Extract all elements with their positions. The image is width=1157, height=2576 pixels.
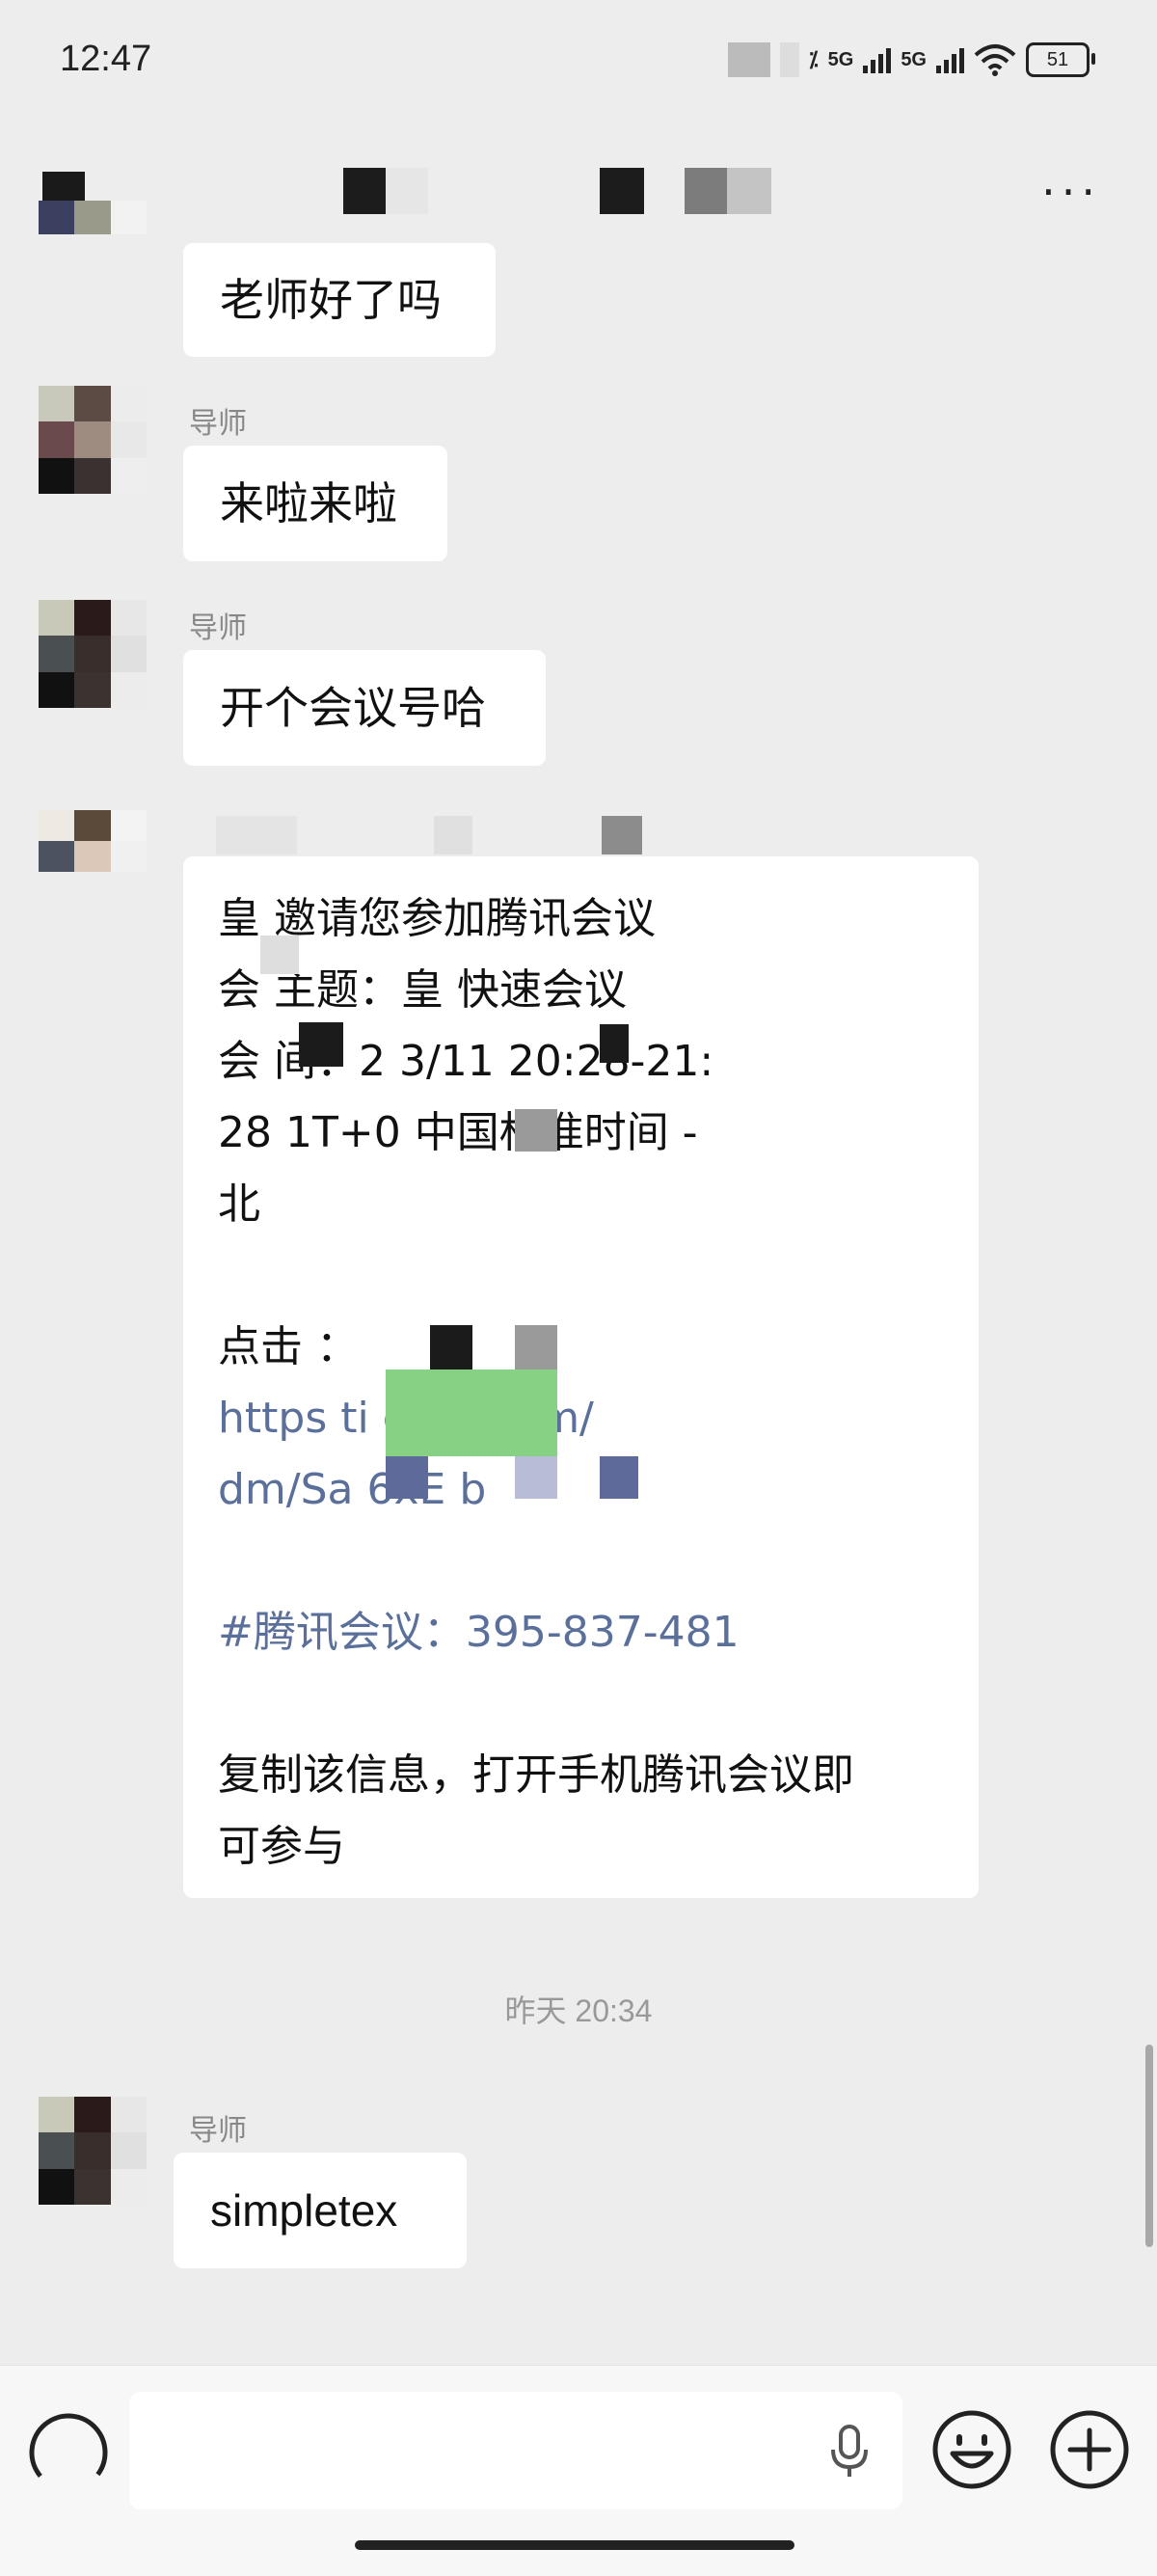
masked-status-icon bbox=[779, 42, 799, 77]
message-bubble[interactable]: 老师好了吗 bbox=[183, 243, 496, 357]
scrollbar[interactable] bbox=[1145, 2045, 1153, 2247]
more-icon[interactable]: ··· bbox=[1041, 166, 1101, 218]
status-time: 12:47 bbox=[60, 39, 152, 79]
message-text: 开个会议号哈 bbox=[220, 682, 486, 734]
emoji-icon[interactable] bbox=[929, 2407, 1014, 2492]
meeting-link[interactable]: https ti cent.com/ bbox=[218, 1383, 944, 1454]
privacy-mask bbox=[515, 1325, 557, 1371]
message-bubble[interactable]: simpletex bbox=[174, 2153, 467, 2268]
masked-title bbox=[386, 168, 428, 214]
voice-toggle-icon[interactable] bbox=[27, 2411, 110, 2494]
message-bubble[interactable]: 开个会议号哈 bbox=[183, 650, 546, 766]
plus-icon[interactable] bbox=[1047, 2407, 1132, 2492]
timestamp: 昨天 20:34 bbox=[504, 1993, 653, 2028]
privacy-mask bbox=[515, 1109, 557, 1152]
wifi-icon bbox=[974, 44, 1016, 76]
message-text: 老师好了吗 bbox=[220, 274, 442, 326]
sender-name: 导师 bbox=[189, 2115, 247, 2147]
masked-title bbox=[727, 168, 771, 214]
invite-time-zone: 北 bbox=[218, 1180, 260, 1229]
masked-sender bbox=[216, 816, 297, 854]
masked-status-icon bbox=[727, 42, 770, 77]
invite-line: 皇 邀请您参加腾讯会议 bbox=[218, 894, 656, 943]
privacy-mask bbox=[386, 1369, 557, 1456]
data-speed-icon: ⁒ bbox=[808, 47, 819, 71]
masked-title bbox=[685, 168, 727, 214]
sender-name: 导师 bbox=[189, 408, 247, 440]
invite-footer-cont: 可参与 bbox=[218, 1822, 345, 1871]
masked-title bbox=[343, 168, 386, 214]
avatar[interactable] bbox=[39, 810, 147, 903]
message-bubble[interactable]: 来啦来啦 bbox=[183, 446, 447, 561]
network-label-1: 5G bbox=[827, 48, 854, 70]
status-bar: 12:47 ⁒ 5G 5G 51 bbox=[0, 0, 1157, 135]
chat-header bbox=[0, 145, 1157, 241]
network-label-2: 5G bbox=[901, 48, 927, 70]
message-input[interactable] bbox=[129, 2392, 902, 2509]
message-text: simpletex bbox=[210, 2185, 398, 2236]
signal-icon bbox=[863, 46, 892, 73]
masked-sender bbox=[434, 816, 472, 854]
mic-icon[interactable] bbox=[825, 2423, 874, 2481]
home-indicator[interactable] bbox=[355, 2540, 794, 2550]
meeting-id-link[interactable]: #腾讯会议：395-837-481 bbox=[218, 1597, 944, 1668]
avatar[interactable] bbox=[39, 386, 147, 494]
avatar[interactable] bbox=[39, 201, 147, 301]
privacy-mask bbox=[260, 935, 299, 974]
signal-icon bbox=[936, 46, 964, 73]
invite-footer: 复制该信息，打开手机腾讯会议即 bbox=[218, 1750, 854, 1800]
masked-title bbox=[600, 168, 644, 214]
invite-topic: 会 主题：皇 快速会议 bbox=[218, 965, 627, 1015]
privacy-mask bbox=[600, 1456, 638, 1499]
privacy-mask bbox=[600, 1024, 629, 1063]
privacy-mask bbox=[430, 1325, 472, 1371]
avatar[interactable] bbox=[39, 2097, 147, 2205]
invite-time-cont: 28 1T+0 中国标准时间 - bbox=[218, 1108, 698, 1157]
invite-click-label: 点击 ： bbox=[218, 1322, 359, 1371]
meeting-link-cont[interactable]: dm/Sa 6xE b bbox=[218, 1454, 944, 1526]
avatar[interactable] bbox=[39, 600, 147, 708]
message-text: 来啦来啦 bbox=[220, 477, 397, 529]
meeting-invite-card[interactable]: 皇 邀请您参加腾讯会议 会 主题：皇 快速会议 会 间：2 3/11 20:28… bbox=[183, 856, 979, 1898]
sender-name: 导师 bbox=[189, 612, 247, 644]
privacy-mask bbox=[386, 1456, 428, 1499]
battery-icon: 51 bbox=[1026, 42, 1095, 77]
status-icons: ⁒ 5G 5G 51 bbox=[727, 41, 1095, 79]
privacy-mask bbox=[299, 1022, 343, 1067]
masked-sender bbox=[602, 816, 642, 854]
battery-level: 51 bbox=[1046, 48, 1069, 70]
privacy-mask bbox=[515, 1456, 557, 1499]
